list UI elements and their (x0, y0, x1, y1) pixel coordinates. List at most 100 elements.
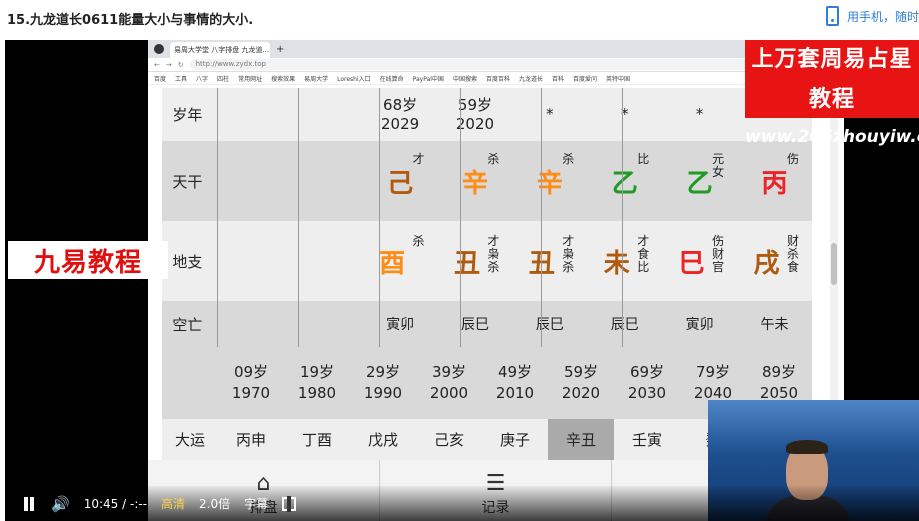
tiangan-char: 乙 (686, 168, 713, 199)
column-divider (298, 141, 299, 221)
column-divider (622, 221, 623, 301)
dizhi-canggan: 伤财官 (712, 234, 725, 274)
dayun-value: 丙申 (235, 431, 266, 449)
reload-icon: ↻ (177, 60, 184, 69)
column-divider (541, 88, 542, 141)
dizhi-cell: 丑才枭杀 (512, 221, 587, 301)
dayun-cell: 辛丑 (548, 419, 614, 460)
kongwang-cell: 寅卯 (363, 301, 438, 347)
bookmark-item: 在线算命 (379, 75, 404, 83)
column-divider (379, 301, 380, 347)
dayun-age: 09岁 (233, 363, 269, 381)
dayun-cell: 戊戌 (350, 419, 416, 460)
dayun-year: 2010 (495, 384, 535, 402)
row-tiangan-label: 天干 (172, 172, 203, 191)
bookmark-item: Loreshi入口 (337, 75, 371, 83)
bookmark-item: PayPal中国 (412, 75, 444, 83)
dayun-year: 2030 (627, 384, 667, 402)
age-cell: * (587, 88, 662, 141)
tiangan-char: 己 (387, 168, 414, 199)
tiangan-cell: 己才 (363, 141, 438, 221)
age-year: 2020 (455, 114, 495, 133)
dayun-age: 39岁 (431, 363, 467, 381)
video-player[interactable]: 易周大学堂 八字排盘 九龙道... × + ← → ↻ http://www.z… (5, 40, 919, 521)
column-divider (622, 141, 623, 221)
browser-tabbar: 易周大学堂 八字排盘 九龙道... × + (148, 40, 844, 58)
dayun-value: 辛丑 (565, 431, 596, 449)
dayun-cell: 己亥 (416, 419, 482, 460)
volume-icon[interactable]: 🔊 (51, 495, 70, 513)
scrollbar-thumb (831, 243, 837, 285)
dizhi-canggan: 才食比 (637, 234, 650, 274)
bookmark-item: 百度百科 (485, 75, 510, 83)
dizhi-canggan: 财杀食 (786, 234, 799, 274)
row-kongwang: 空亡 寅卯 辰巳 辰巳 辰巳 寅卯 午未 (162, 301, 812, 347)
kongwang-cell: 午未 (737, 301, 812, 347)
fullscreen-icon[interactable] (282, 495, 297, 512)
bookmark-item: 英特中国 (606, 75, 631, 83)
column-divider (541, 301, 542, 347)
tiangan-cell: 乙比 (587, 141, 662, 221)
player-controls: 🔊 10:45 / -:-- 高清 2.0倍 字幕 (5, 486, 919, 521)
bookmark-item: 易周大学 (304, 75, 329, 83)
bookmark-item: 百科 (551, 75, 564, 83)
column-divider (460, 301, 461, 347)
tab-title: 易周大学堂 八字排盘 九龙道... (174, 46, 270, 54)
dizhi-char: 未 (603, 248, 630, 279)
row-age: 岁年 68岁 2029 59岁 2020 * * * (162, 88, 812, 141)
subtitles-button[interactable]: 字幕 (244, 495, 268, 512)
dayun-cell: 壬寅 (614, 419, 680, 460)
kongwang-cell (213, 301, 288, 347)
kongwang-value: 辰巳 (460, 317, 489, 333)
page: 15.九龙道长0611能量大小与事情的大小. 用手机，随时 易周大学堂 八字排盘… (0, 0, 919, 521)
dizhi-cell: 戌财杀食 (737, 221, 812, 301)
age-value: 68岁 (383, 95, 418, 114)
age-cell: 59岁 2020 (438, 88, 513, 141)
time-display: 10:45 / -:-- (84, 497, 147, 511)
tiangan-char: 丙 (761, 168, 788, 199)
speed-button[interactable]: 2.0倍 (199, 495, 230, 512)
kongwang-cell: 寅卯 (662, 301, 737, 347)
dizhi-char: 丑 (453, 248, 480, 279)
age-cell (213, 88, 288, 141)
back-icon: ← (154, 60, 160, 69)
column-divider (460, 221, 461, 301)
row-tiangan: 天干己才辛杀辛杀乙比乙元女丙伤 (162, 141, 812, 221)
column-divider (217, 141, 218, 221)
dayun-age-cell: 49岁 2010 (482, 347, 548, 419)
pause-icon[interactable] (21, 496, 37, 512)
column-divider (622, 88, 623, 141)
dayun-year: 1980 (297, 384, 337, 402)
kongwang-cell: 辰巳 (587, 301, 662, 347)
age-cell: * (662, 88, 737, 141)
bookmark-item: 九龙道长 (518, 75, 543, 83)
dayun-age-cell: 39岁 2000 (416, 347, 482, 419)
column-divider (460, 88, 461, 141)
tiangan-cell (213, 141, 288, 221)
column-divider (622, 301, 623, 347)
bookmark-item: 百度爱问 (573, 75, 598, 83)
dizhi-canggan: 才枭杀 (487, 234, 500, 274)
right-watermark-logo: 上万套周易占星教程 www.265zhouyiw.com (745, 40, 919, 147)
column-divider (379, 88, 380, 141)
row-dizhi: 地支酉杀丑才枭杀丑才枭杀未才食比巳伤财官戌财杀食 (162, 221, 812, 301)
mobile-link[interactable]: 用手机，随时 (825, 6, 919, 26)
dayun-age-cell: 59岁 2020 (548, 347, 614, 419)
left-watermark-logo: 九易教程 (8, 241, 168, 279)
age-cell: 68岁 2029 (363, 88, 438, 141)
dayun-cell: 庚子 (482, 419, 548, 460)
new-tab-icon: + (276, 43, 285, 55)
duration: -:-- (129, 496, 148, 511)
dayun-value: 戊戌 (367, 431, 398, 449)
dayun-year: 2000 (429, 384, 469, 402)
dizhi-char: 巳 (678, 248, 705, 279)
dayun-value: 丁酉 (301, 431, 332, 449)
quality-button[interactable]: 高清 (161, 495, 185, 512)
bookmark-item: 四柱 (217, 75, 230, 83)
dizhi-cell: 丑才枭杀 (438, 221, 513, 301)
dayun-year: 2020 (561, 384, 601, 402)
column-divider (541, 141, 542, 221)
address-bar: ← → ↻ http://www.zydx.top ★ (148, 58, 844, 72)
dizhi-cell: 未才食比 (587, 221, 662, 301)
tiangan-cell: 辛杀 (438, 141, 513, 221)
